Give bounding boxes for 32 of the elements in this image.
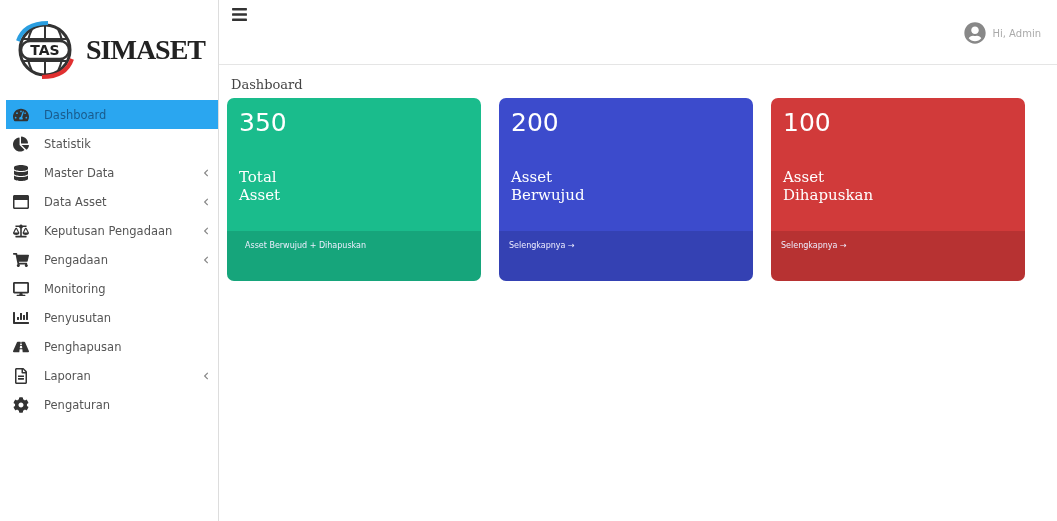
card-footer-link[interactable]: Selengkapnya → — [499, 231, 753, 281]
app-name: SIMASET — [86, 34, 206, 66]
menu-item-icon — [12, 251, 30, 268]
sidebar-item[interactable]: Pengadaan — [6, 245, 218, 274]
sidebar-item[interactable]: Penghapusan — [6, 332, 218, 361]
page-title: Dashboard — [231, 77, 304, 92]
menu-item-icon — [12, 396, 30, 413]
menu-item-icon — [12, 280, 30, 297]
menu-item-icon — [12, 222, 30, 239]
stat-label: Asset Berwujud — [510, 168, 586, 206]
stat-label: Asset Dihapuskan — [782, 168, 875, 206]
sidebar-item[interactable]: Laporan — [6, 361, 218, 390]
stat-value: 350 — [238, 107, 288, 139]
stat-value: 100 — [782, 107, 832, 139]
menu-icon[interactable] — [231, 6, 248, 23]
sidebar-item[interactable]: Statistik — [6, 129, 218, 158]
menu-item-icon — [12, 106, 30, 123]
avatar-icon[interactable] — [964, 22, 987, 44]
stat-value: 200 — [510, 107, 560, 139]
stat-label: Total Asset — [238, 168, 282, 206]
sidebar-item[interactable]: Pengaturan — [6, 390, 218, 419]
sidebar-item[interactable]: Monitoring — [6, 274, 218, 303]
menu-item-icon — [12, 367, 30, 384]
sidebar-item[interactable]: Master Data — [6, 158, 218, 187]
menu-item-icon — [12, 193, 30, 210]
sidebar-item[interactable]: Keputusan Pengadaan — [6, 216, 218, 245]
menu-item-icon — [12, 309, 30, 326]
menu-item-icon — [12, 164, 30, 181]
card-footer-link[interactable]: Selengkapnya → — [771, 231, 1025, 281]
sidebar-item[interactable]: Data Asset — [6, 187, 218, 216]
sidebar-item[interactable]: Penyusutan — [6, 303, 218, 332]
menu-item-icon — [12, 135, 30, 152]
